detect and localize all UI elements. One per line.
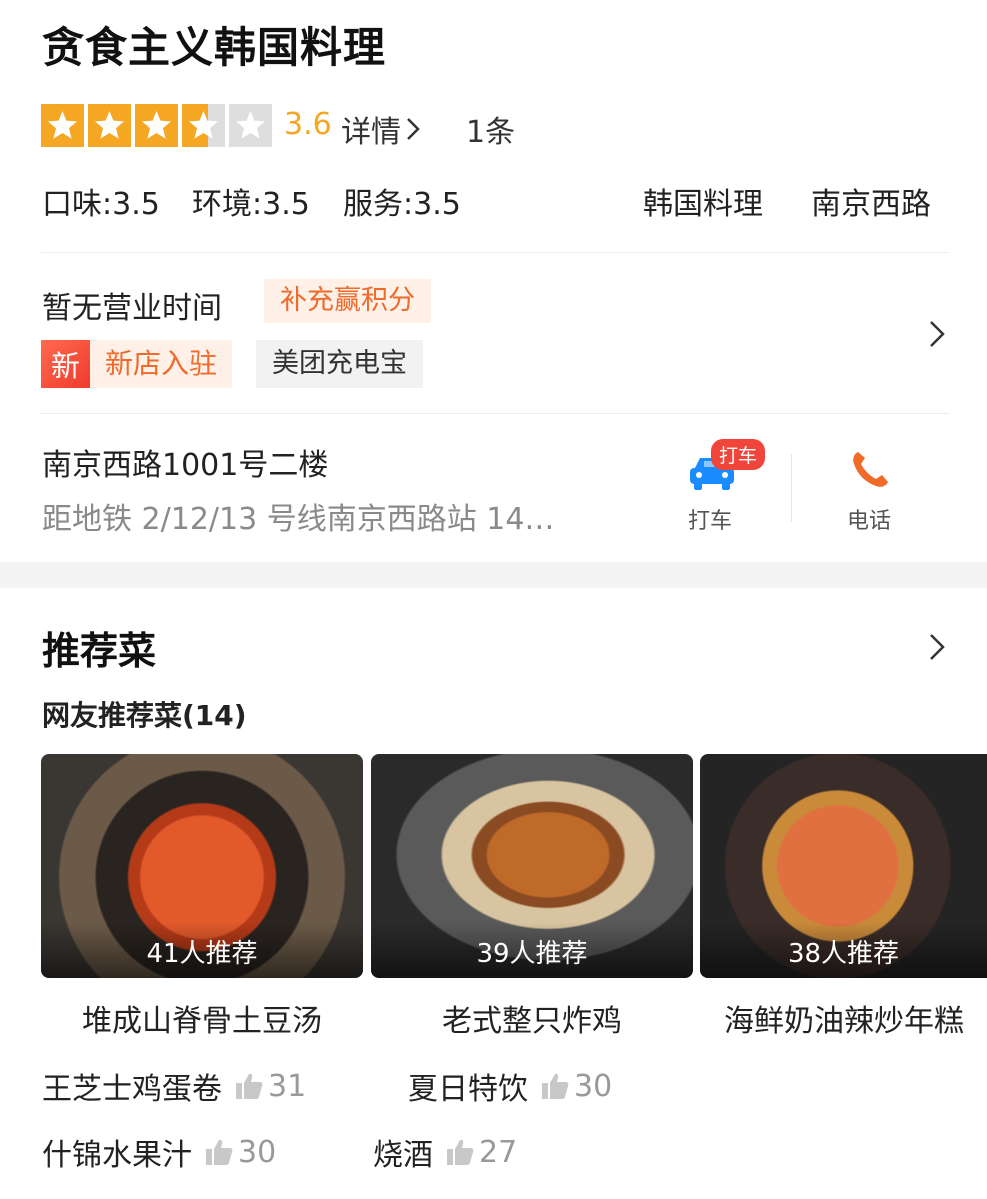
list-item[interactable]: 什锦水果汁 30 bbox=[42, 1130, 276, 1174]
dish-name: 老式整只炸鸡 bbox=[442, 1004, 622, 1039]
dish-card[interactable]: 39人推荐 bbox=[371, 754, 693, 978]
district-tag[interactable]: 南京西路 bbox=[811, 179, 931, 223]
recommend-count: 41人推荐 bbox=[41, 922, 363, 978]
dish-name: 王芝士鸡蛋卷 bbox=[42, 1072, 222, 1107]
points-badge[interactable]: 补充赢积分 bbox=[264, 279, 431, 323]
recommend-count: 39人推荐 bbox=[371, 922, 693, 978]
dish-card[interactable]: 38人推荐 bbox=[700, 754, 987, 978]
like-count: 30 bbox=[238, 1134, 277, 1170]
star-icon bbox=[135, 104, 178, 147]
star-icon bbox=[182, 104, 225, 147]
score-environment: 环境:3.5 bbox=[192, 187, 310, 222]
chevron-right-icon[interactable] bbox=[926, 632, 948, 662]
shop-info-row[interactable] bbox=[0, 253, 987, 413]
star-icon bbox=[229, 104, 272, 147]
rating-detail-link[interactable]: 详情 bbox=[341, 107, 421, 151]
chevron-right-icon[interactable] bbox=[926, 319, 948, 349]
like-count: 31 bbox=[268, 1068, 307, 1104]
dish-card[interactable]: 41人推荐 bbox=[41, 754, 363, 978]
taxi-badge: 打车 bbox=[711, 439, 766, 470]
dish-name: 烧酒 bbox=[373, 1138, 433, 1173]
taxi-label: 打车 bbox=[688, 509, 733, 534]
divider bbox=[41, 413, 949, 414]
like-count: 27 bbox=[479, 1134, 518, 1170]
recommend-count: 38人推荐 bbox=[700, 922, 987, 978]
rating-stars bbox=[41, 104, 272, 147]
list-item[interactable]: 烧酒 27 bbox=[373, 1130, 517, 1174]
address[interactable]: 南京西路1001号二楼 bbox=[42, 440, 328, 484]
score-service: 服务:3.5 bbox=[343, 187, 461, 222]
thumb-up-icon bbox=[206, 1139, 233, 1165]
new-store-text: 新店入驻 bbox=[90, 340, 233, 388]
thumb-up-icon bbox=[447, 1139, 474, 1165]
dish-name: 什锦水果汁 bbox=[42, 1138, 192, 1173]
dish-name: 堆成山脊骨土豆汤 bbox=[82, 1004, 322, 1039]
list-item[interactable]: 王芝士鸡蛋卷 31 bbox=[42, 1064, 306, 1108]
phone-label: 电话 bbox=[847, 509, 892, 534]
section-title: 推荐菜 bbox=[42, 629, 157, 673]
dish-name: 夏日特饮 bbox=[408, 1072, 528, 1107]
like-count: 30 bbox=[574, 1068, 613, 1104]
dish-name: 海鲜奶油辣炒年糕 bbox=[724, 1004, 964, 1039]
detail-label: 详情 bbox=[341, 115, 401, 150]
business-hours: 暂无营业时间 bbox=[42, 291, 222, 326]
chevron-right-icon bbox=[407, 118, 420, 140]
phone-icon bbox=[853, 452, 888, 487]
star-icon bbox=[41, 104, 84, 147]
star-icon bbox=[88, 104, 131, 147]
new-store-badge: 新 新店入驻 bbox=[41, 340, 233, 388]
thumb-up-icon bbox=[542, 1073, 569, 1099]
review-count[interactable]: 1条 bbox=[466, 107, 515, 151]
vertical-separator bbox=[791, 454, 792, 522]
score-taste: 口味:3.5 bbox=[42, 187, 160, 222]
power-bank-badge: 美团充电宝 bbox=[256, 340, 423, 388]
category-tag[interactable]: 韩国料理 bbox=[643, 179, 763, 223]
section-subtitle: 网友推荐菜(14) bbox=[42, 699, 247, 732]
rating-score: 3.6 bbox=[284, 107, 332, 142]
new-icon: 新 bbox=[41, 340, 90, 388]
metro-distance: 距地铁 2/12/13 号线南京西路站 14… bbox=[42, 502, 555, 537]
section-gap bbox=[0, 562, 987, 588]
thumb-up-icon bbox=[236, 1073, 263, 1099]
shop-title: 贪食主义韩国料理 bbox=[42, 23, 387, 72]
list-item[interactable]: 夏日特饮 30 bbox=[408, 1064, 612, 1108]
